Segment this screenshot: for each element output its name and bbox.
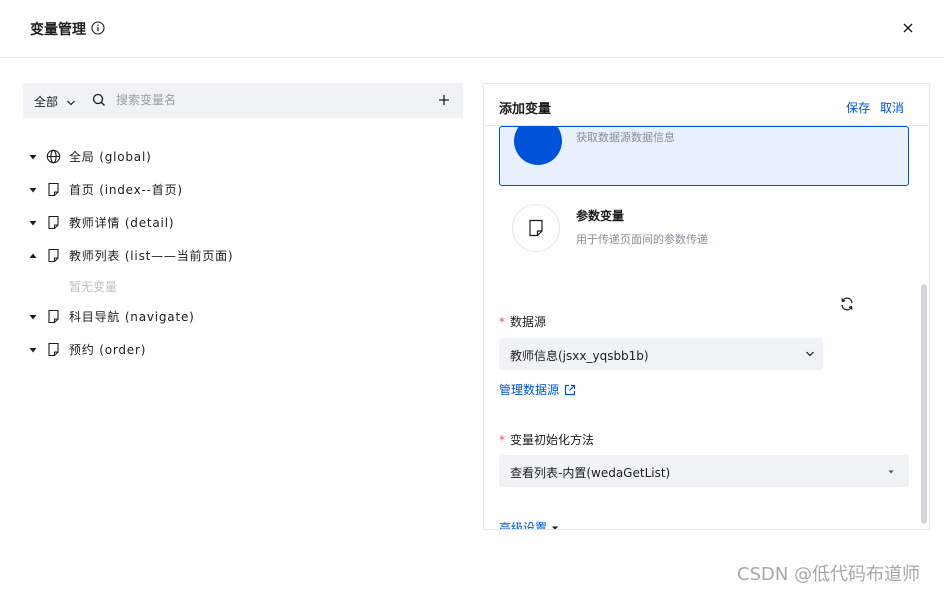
caret-down-icon — [552, 526, 559, 529]
tree-item-index[interactable]: 首页 (index--首页) — [27, 173, 457, 206]
refresh-icon[interactable] — [839, 296, 855, 312]
chevron-down-icon — [66, 100, 75, 105]
card-name: 参数变量 — [576, 209, 625, 223]
chevron-down-icon — [806, 351, 814, 357]
variable-tree: 全局 (global) 首页 (index--首页) 教师详情 (detail)… — [27, 140, 457, 366]
page-icon — [48, 342, 59, 357]
scope-label: 全部 — [34, 95, 59, 109]
advanced-settings-text: 高级设置 — [499, 521, 548, 530]
page-icon — [529, 219, 543, 237]
advanced-settings-toggle[interactable]: 高级设置 — [499, 519, 559, 530]
watermark: CSDN @低代码布道师 — [737, 564, 921, 585]
page-icon — [48, 309, 59, 324]
search-input[interactable] — [116, 89, 416, 111]
tree-item-order[interactable]: 预约 (order) — [27, 333, 457, 366]
card-description: 获取数据源数据信息 — [576, 131, 675, 144]
add-variable-panel: 添加变量 保存 取消 获取数据源数据信息 参数变量 用于传递页面间的参数传递 *… — [483, 83, 930, 530]
cancel-button[interactable]: 取消 — [880, 99, 904, 116]
search-icon — [92, 93, 105, 106]
page-icon — [48, 248, 59, 263]
variable-toolbar: 全部 — [23, 83, 463, 118]
variable-type-card-datasource[interactable]: 获取数据源数据信息 — [499, 117, 909, 186]
required-mark: * — [499, 315, 505, 329]
caret-down-icon[interactable] — [27, 151, 39, 163]
panel-title: 添加变量 — [499, 102, 552, 117]
tree-item-label: 预约 (order) — [69, 343, 147, 357]
caret-down-icon — [888, 470, 894, 474]
external-link-icon — [564, 384, 576, 395]
tree-item-label: 科目导航 (navigate) — [69, 310, 195, 324]
manage-datasource-link[interactable]: 管理数据源 — [499, 381, 576, 398]
dialog-title: 变量管理 — [30, 22, 86, 38]
init-method-label: * 变量初始化方法 — [499, 431, 594, 448]
page-icon — [48, 215, 59, 230]
tree-item-global[interactable]: 全局 (global) — [27, 140, 457, 173]
datasource-label: * 数据源 — [499, 313, 546, 330]
tree-item-label: 全局 (global) — [69, 150, 152, 164]
caret-down-icon[interactable] — [27, 344, 39, 356]
info-icon[interactable] — [91, 21, 105, 35]
init-method-select[interactable]: 查看列表-内置(wedaGetList) — [499, 455, 909, 487]
caret-down-icon[interactable] — [27, 184, 39, 196]
variable-type-card-param[interactable]: 参数变量 用于传递页面间的参数传递 — [499, 196, 909, 264]
scope-dropdown[interactable]: 全部 — [34, 93, 76, 110]
init-method-label-text: 变量初始化方法 — [510, 433, 595, 447]
datasource-label-text: 数据源 — [510, 315, 547, 329]
param-type-icon-wrap — [512, 204, 560, 252]
caret-down-icon[interactable] — [27, 311, 39, 323]
tree-item-label: 教师列表 (list——当前页面) — [69, 249, 234, 263]
caret-up-icon[interactable] — [27, 250, 39, 262]
tree-item-navigate[interactable]: 科目导航 (navigate) — [27, 300, 457, 333]
panel-header: 添加变量 保存 取消 — [484, 84, 929, 126]
panel-body: 获取数据源数据信息 参数变量 用于传递页面间的参数传递 * 数据源 教师信息(js… — [484, 117, 929, 530]
dialog-header: 变量管理 — [0, 0, 944, 58]
close-icon[interactable] — [902, 22, 914, 34]
tree-item-list[interactable]: 教师列表 (list——当前页面) — [27, 239, 457, 272]
empty-variables-text: 暂无变量 — [69, 279, 118, 294]
tree-item-label: 教师详情 (detail) — [69, 216, 175, 230]
tree-item-label: 首页 (index--首页) — [69, 183, 183, 197]
card-description: 用于传递页面间的参数传递 — [576, 233, 708, 246]
panel-scrollbar[interactable] — [921, 284, 927, 524]
globe-icon — [46, 149, 61, 164]
tree-item-detail[interactable]: 教师详情 (detail) — [27, 206, 457, 239]
caret-down-icon[interactable] — [27, 217, 39, 229]
add-variable-icon[interactable] — [438, 94, 450, 106]
datasource-value: 教师信息(jsxx_yqsbb1b) — [510, 349, 649, 363]
init-method-value: 查看列表-内置(wedaGetList) — [510, 466, 671, 480]
manage-datasource-text: 管理数据源 — [499, 383, 560, 397]
datasource-select[interactable]: 教师信息(jsxx_yqsbb1b) — [499, 338, 823, 370]
save-button[interactable]: 保存 — [846, 99, 870, 116]
page-icon — [48, 182, 59, 197]
required-mark: * — [499, 433, 505, 447]
